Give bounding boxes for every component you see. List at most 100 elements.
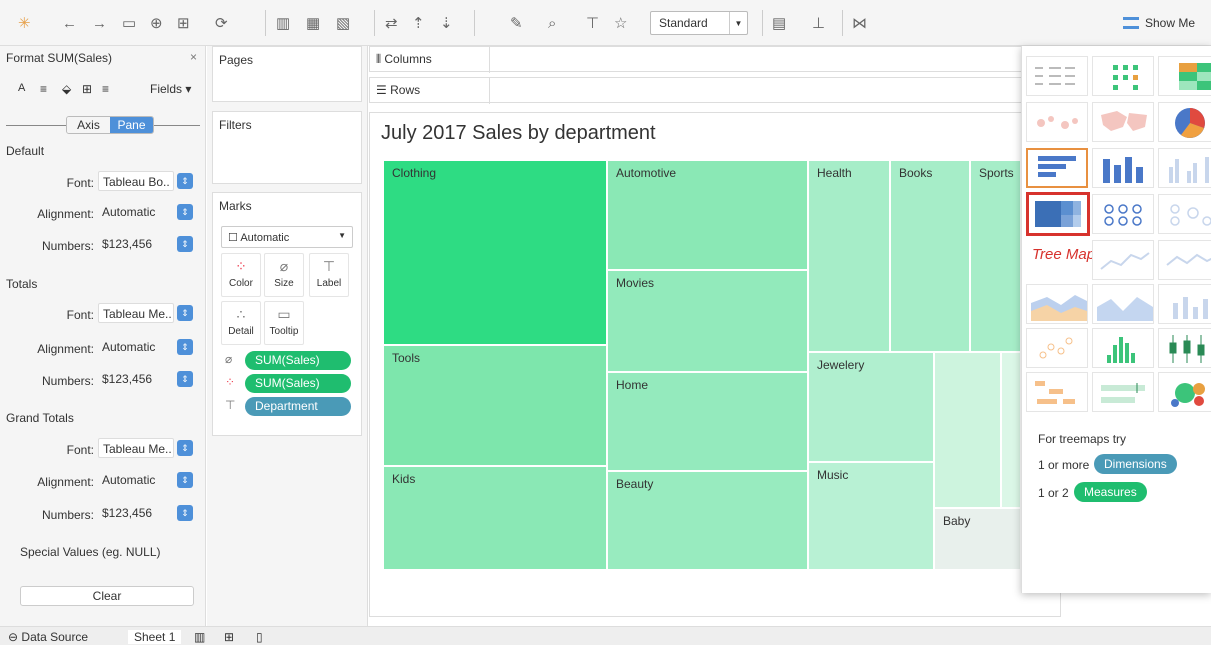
stepper-icon[interactable]: ⇕ (177, 339, 193, 355)
tableau-logo-icon[interactable]: ✳ (18, 12, 31, 34)
treemap-tile-unlabeled-2[interactable] (1001, 352, 1021, 508)
new-worksheet-icon[interactable]: ▥ (194, 630, 205, 644)
label-button[interactable]: ⊤ Label (309, 253, 349, 297)
refresh-icon[interactable]: ⟳ (215, 12, 228, 34)
treemap-tile-books[interactable]: Books (890, 160, 970, 352)
area-continuous-thumb[interactable] (1026, 284, 1088, 324)
stepper-icon[interactable]: ⇕ (177, 371, 193, 387)
mark-type-select[interactable]: ☐ Automatic ▼ (221, 226, 353, 248)
detail-button[interactable]: ∴ Detail (221, 301, 261, 345)
scatter-plot-thumb[interactable] (1026, 328, 1088, 368)
histogram-thumb[interactable] (1092, 328, 1154, 368)
new-dashboard-icon[interactable]: ⊞ (224, 630, 234, 644)
new-data-source-icon[interactable]: ⊕ (150, 12, 163, 34)
treemap-tile-unlabeled-1[interactable] (934, 352, 1001, 508)
line-continuous-thumb[interactable] (1092, 240, 1154, 280)
totals-numbers-field[interactable]: $123,456 (98, 369, 174, 389)
new-story-icon[interactable]: ▯ (256, 630, 263, 644)
treemap-tile-music[interactable]: Music (808, 462, 934, 570)
fix-axes-icon[interactable]: ☆ (614, 12, 627, 34)
tab-axis[interactable]: Axis (67, 117, 110, 133)
stepper-icon[interactable]: ⇕ (177, 505, 193, 521)
stepper-icon[interactable]: ⇕ (177, 440, 193, 456)
group-icon[interactable]: ⌕ (548, 12, 556, 34)
treemap-tile-beauty[interactable]: Beauty (607, 471, 808, 570)
save-icon[interactable]: ▭ (122, 12, 136, 34)
clear-button[interactable]: Clear (20, 586, 194, 606)
default-numbers-field[interactable]: $123,456 (98, 234, 174, 254)
area-discrete-thumb[interactable] (1092, 284, 1154, 324)
label-pill[interactable]: Department (245, 397, 351, 416)
pie-chart-thumb[interactable] (1158, 102, 1211, 142)
tab-pane[interactable]: Pane (110, 117, 153, 133)
data-source-tab[interactable]: ⊖ Data Source (8, 630, 88, 644)
redo-icon[interactable]: → (92, 12, 107, 34)
clear-sheet-icon[interactable]: ▧ (336, 12, 350, 34)
treemap-tile-baby[interactable]: Baby (934, 508, 1021, 570)
swap-icon[interactable]: ⇄ (385, 12, 398, 34)
text-table-thumb[interactable] (1026, 56, 1088, 96)
font-format-icon[interactable]: A (18, 82, 25, 94)
color-button[interactable]: ⁘ Color (221, 253, 261, 297)
size-button[interactable]: ⌀ Size (264, 253, 304, 297)
show-me-button[interactable]: Show Me (1113, 10, 1205, 36)
size-pill[interactable]: SUM(Sales) (245, 351, 351, 370)
treemap-tile-clothing[interactable]: Clothing (383, 160, 607, 345)
horizontal-bars-thumb[interactable] (1026, 148, 1088, 188)
default-alignment-field[interactable]: Automatic (98, 202, 174, 222)
treemap-tile-jewelery[interactable]: Jewelery (808, 352, 934, 462)
treemap-tile-movies[interactable]: Movies (607, 270, 808, 372)
fields-dropdown[interactable]: Fields ▾ (150, 82, 191, 96)
sort-descending-icon[interactable]: ⇣ (440, 12, 453, 34)
pages-card[interactable]: Pages (212, 46, 362, 102)
alignment-format-icon[interactable]: ≡ (40, 82, 47, 96)
close-icon[interactable]: × (190, 50, 197, 64)
line-discrete-thumb[interactable] (1158, 240, 1211, 280)
stepper-icon[interactable]: ⇕ (177, 305, 193, 321)
totals-alignment-field[interactable]: Automatic (98, 337, 174, 357)
box-whisker-thumb[interactable] (1158, 328, 1211, 368)
default-font-field[interactable]: Tableau Bo.. (98, 171, 174, 191)
treemap-tile-tools[interactable]: Tools (383, 345, 607, 466)
symbol-map-thumb[interactable] (1026, 102, 1088, 142)
filled-map-thumb[interactable] (1092, 102, 1154, 142)
new-worksheet-chart-icon[interactable]: ▥ (276, 12, 290, 34)
tooltip-button[interactable]: ▭ Tooltip (264, 301, 304, 345)
lines-format-icon[interactable]: ≡ (102, 82, 109, 96)
highlight-table-thumb[interactable] (1158, 56, 1211, 96)
side-by-side-circles-thumb[interactable] (1158, 194, 1211, 234)
treemap-tile-health[interactable]: Health (808, 160, 890, 352)
grand-totals-font-field[interactable]: Tableau Me.. (98, 438, 174, 458)
dual-line-thumb[interactable] (1158, 284, 1211, 324)
presentation-mode-icon[interactable]: ⊥ (812, 12, 825, 34)
circle-views-thumb[interactable] (1092, 194, 1154, 234)
highlight-icon[interactable]: ✎ (510, 12, 523, 34)
bullet-graph-thumb[interactable] (1092, 372, 1154, 412)
treemap-tile-home[interactable]: Home (607, 372, 808, 471)
sheet-tab[interactable]: Sheet 1 (128, 630, 182, 644)
duplicate-sheet-icon[interactable]: ▦ (306, 12, 320, 34)
stepper-icon[interactable]: ⇕ (177, 236, 193, 252)
show-cards-icon[interactable]: ▤ (772, 12, 786, 34)
new-worksheet-icon[interactable]: ⊞ (177, 12, 190, 34)
tree-map-thumb[interactable] (1026, 192, 1090, 236)
show-labels-icon[interactable]: ⊤ (586, 12, 599, 34)
totals-font-field[interactable]: Tableau Me.. (98, 303, 174, 323)
fit-select[interactable]: Standard ▼ (650, 11, 748, 35)
treemap-tile-sports[interactable]: Sports (970, 160, 1021, 352)
gantt-thumb[interactable] (1026, 372, 1088, 412)
share-icon[interactable]: ⋈ (852, 12, 867, 34)
treemap-tile-kids[interactable]: Kids (383, 466, 607, 570)
stepper-icon[interactable]: ⇕ (177, 472, 193, 488)
undo-icon[interactable]: ← (62, 12, 77, 34)
side-by-side-bars-thumb[interactable] (1158, 148, 1211, 188)
grand-totals-numbers-field[interactable]: $123,456 (98, 503, 174, 523)
treemap-tile-automotive[interactable]: Automotive (607, 160, 808, 270)
grand-totals-alignment-field[interactable]: Automatic (98, 470, 174, 490)
sort-ascending-icon[interactable]: ⇡ (412, 12, 425, 34)
packed-bubbles-thumb[interactable] (1158, 372, 1211, 412)
symbol-grid-thumb[interactable] (1092, 56, 1154, 96)
shading-format-icon[interactable]: ⬙ (62, 82, 71, 96)
color-pill[interactable]: SUM(Sales) (245, 374, 351, 393)
borders-format-icon[interactable]: ⊞ (82, 82, 92, 96)
